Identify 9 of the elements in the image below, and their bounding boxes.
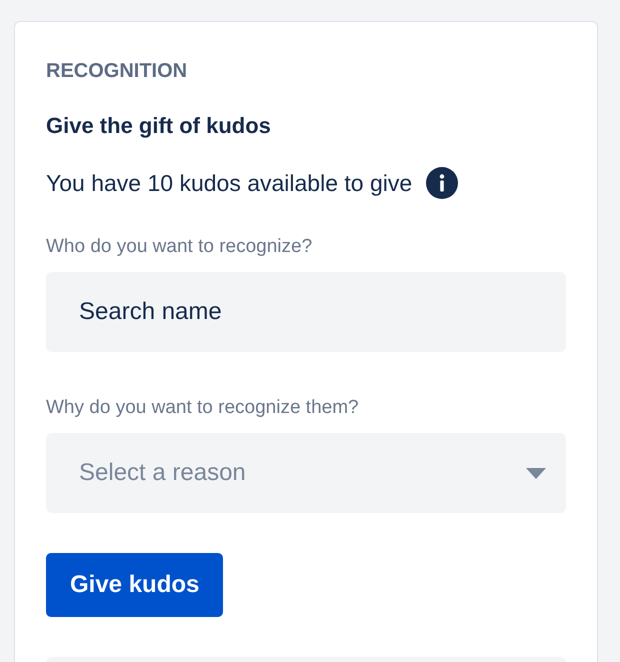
caret-icon — [526, 468, 546, 478]
field-label: Who do you want to recognize? — [46, 235, 314, 259]
info-icon[interactable] — [426, 167, 458, 199]
field-label: Why do you want to recognize them? — [46, 396, 360, 420]
give-kudos-button[interactable]: Give kudos — [46, 553, 224, 617]
kudos-availability-text: You have 10 kudos available to give — [46, 169, 412, 198]
section-label: RECOGNITION — [46, 59, 188, 83]
search-field[interactable]: Search name — [46, 272, 566, 352]
card-title: Give the gift of kudos — [46, 112, 272, 140]
